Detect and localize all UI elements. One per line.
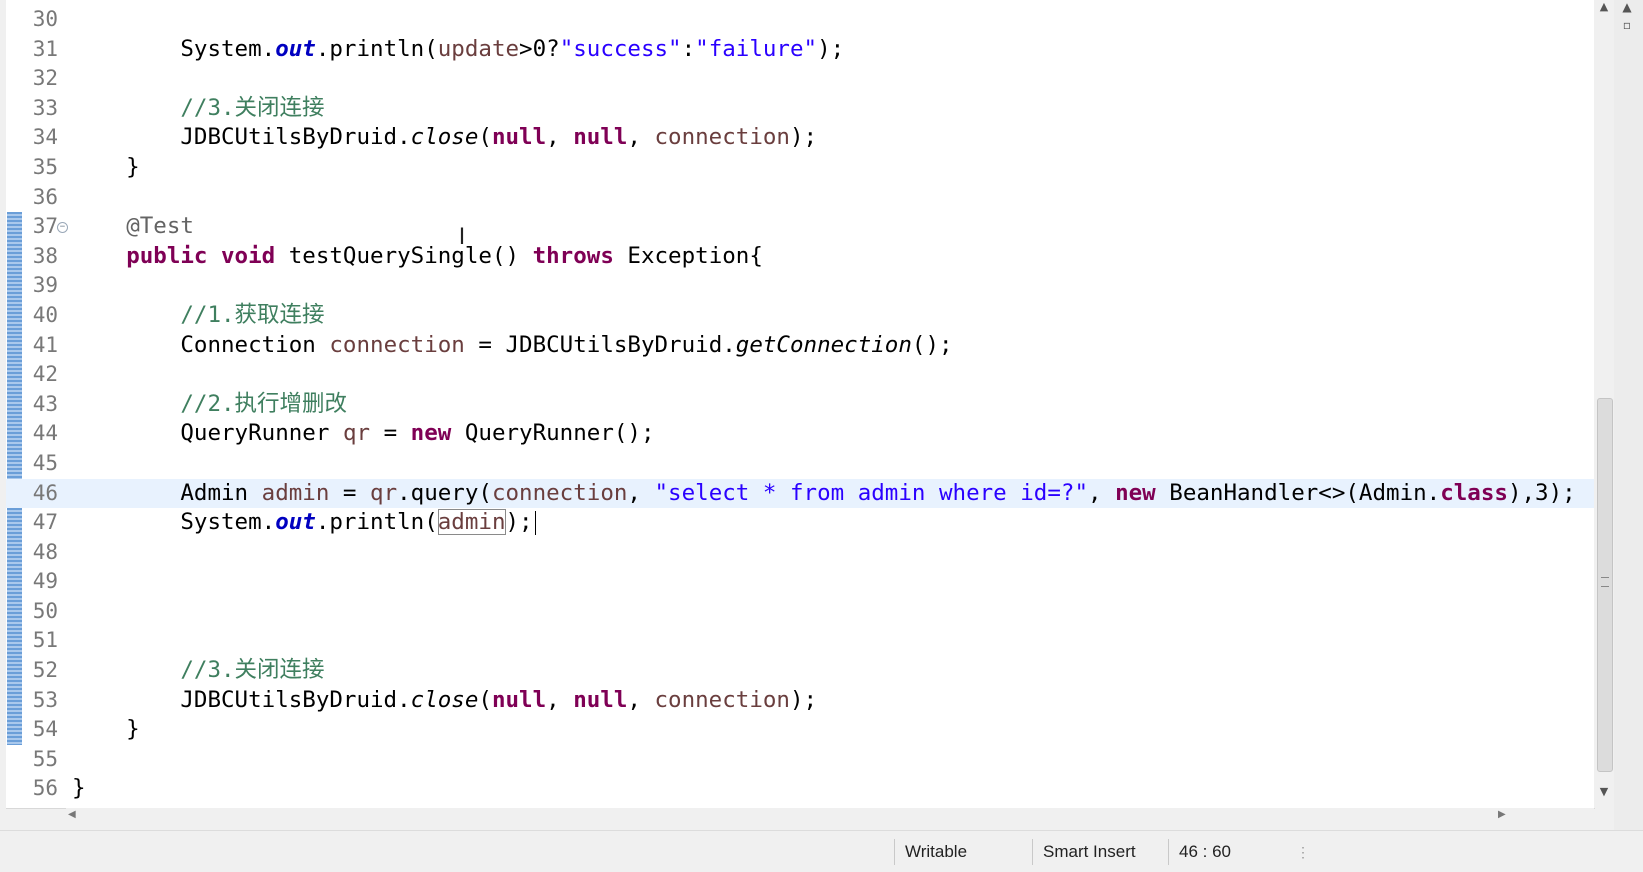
code-line-56[interactable]: 56} bbox=[6, 774, 1594, 804]
scroll-up-arrow-icon[interactable]: ▲ bbox=[1598, 0, 1610, 14]
code-text[interactable]: //3.关闭连接 bbox=[72, 656, 324, 686]
code-line-46[interactable]: 46 Admin admin = qr.query(connection, "s… bbox=[6, 478, 1594, 509]
panel-marker-icon: ▫ bbox=[1622, 18, 1632, 32]
status-cursor-position: 46 : 60 bbox=[1168, 839, 1279, 865]
line-number: 51 bbox=[32, 628, 58, 653]
line-number: 53 bbox=[32, 687, 58, 712]
code-line-55[interactable]: 55 bbox=[6, 745, 1594, 775]
editor-side-panel: ▲ ▫ bbox=[1614, 0, 1643, 830]
code-line-40[interactable]: 40 //1.获取连接 bbox=[6, 301, 1594, 331]
line-number: 44 bbox=[32, 421, 58, 446]
line-number: 30 bbox=[32, 7, 58, 31]
code-line-44[interactable]: 44 QueryRunner qr = new QueryRunner(); bbox=[6, 419, 1594, 449]
code-line-38[interactable]: 38 public void testQuerySingle() throws … bbox=[6, 242, 1594, 272]
code-line-35[interactable]: 35 } bbox=[6, 153, 1594, 183]
code-line-33[interactable]: 33 //3.关闭连接 bbox=[6, 94, 1594, 124]
status-insert-mode: Smart Insert bbox=[1032, 839, 1169, 865]
code-line-43[interactable]: 43 //2.执行增删改 bbox=[6, 390, 1594, 420]
code-line-50[interactable]: 50 bbox=[6, 597, 1594, 627]
line-number: 41 bbox=[32, 332, 58, 357]
line-number: 54 bbox=[32, 717, 58, 742]
mouse-ibeam-cursor: I bbox=[458, 225, 466, 250]
line-number: 40 bbox=[32, 302, 58, 327]
code-text[interactable]: //3.关闭连接 bbox=[72, 94, 324, 124]
line-number: 35 bbox=[32, 154, 58, 179]
code-text[interactable]: public void testQuerySingle() throws Exc… bbox=[72, 242, 763, 272]
code-lines[interactable]: 30 31 System.out.println(update>0?"succes… bbox=[6, 5, 1594, 804]
collapse-icon[interactable]: − bbox=[57, 222, 68, 234]
code-text[interactable]: System.out.println(admin); bbox=[72, 508, 536, 538]
code-line-54[interactable]: 54 } bbox=[6, 715, 1594, 745]
line-number: 36 bbox=[32, 184, 58, 209]
code-text[interactable]: } bbox=[72, 715, 140, 745]
line-number: 49 bbox=[32, 569, 58, 594]
code-text[interactable]: Connection connection = JDBCUtilsByDruid… bbox=[72, 331, 952, 361]
code-line-34[interactable]: 34 JDBCUtilsByDruid.close(null, null, co… bbox=[6, 123, 1594, 153]
code-line-47[interactable]: 47 System.out.println(admin); bbox=[6, 508, 1594, 538]
code-line-36[interactable]: 36 bbox=[6, 183, 1594, 213]
code-line-37[interactable]: 37− @Test bbox=[6, 212, 1594, 242]
code-text[interactable]: } bbox=[72, 774, 86, 804]
line-number: 38 bbox=[32, 243, 58, 268]
scroll-down-arrow-icon[interactable]: ▼ bbox=[1598, 785, 1610, 799]
code-text[interactable]: JDBCUtilsByDruid.close(null, null, conne… bbox=[72, 123, 817, 153]
code-line-52[interactable]: 52 //3.关闭连接 bbox=[6, 656, 1594, 686]
status-writable: Writable bbox=[894, 839, 1027, 865]
code-text[interactable]: //2.执行增删改 bbox=[72, 390, 347, 420]
code-line-51[interactable]: 51 bbox=[6, 626, 1594, 656]
code-text[interactable]: Admin admin = qr.query(connection, "sele… bbox=[72, 479, 1575, 509]
line-number: 55 bbox=[32, 746, 58, 771]
line-number: 32 bbox=[32, 66, 58, 91]
code-text[interactable]: //1.获取连接 bbox=[72, 301, 324, 331]
line-number: 46 bbox=[32, 480, 58, 505]
line-number: 37 bbox=[32, 214, 58, 239]
line-number: 47 bbox=[32, 510, 58, 535]
line-number: 31 bbox=[32, 36, 58, 61]
code-line-41[interactable]: 41 Connection connection = JDBCUtilsByDr… bbox=[6, 331, 1594, 361]
line-number: 42 bbox=[32, 362, 58, 387]
code-text[interactable]: QueryRunner qr = new QueryRunner(); bbox=[72, 419, 654, 449]
status-more-icon: ⋮ bbox=[1296, 844, 1310, 860]
line-number: 48 bbox=[32, 539, 58, 564]
grip-icon bbox=[1601, 577, 1609, 587]
line-number: 50 bbox=[32, 598, 58, 623]
code-line-45[interactable]: 45 bbox=[6, 449, 1594, 479]
line-number: 39 bbox=[32, 273, 58, 298]
scroll-left-arrow-icon[interactable]: ◀ bbox=[68, 808, 76, 822]
code-text[interactable]: JDBCUtilsByDruid.close(null, null, conne… bbox=[72, 686, 817, 716]
code-line-42[interactable]: 42 bbox=[6, 360, 1594, 390]
line-number: 33 bbox=[32, 95, 58, 120]
status-bar: Writable Smart Insert 46 : 60 ⋮ bbox=[0, 830, 1643, 872]
horizontal-scrollbar[interactable]: ◀ ▶ bbox=[66, 808, 1594, 822]
code-text[interactable]: @Test bbox=[72, 212, 194, 242]
vertical-scrollbar[interactable]: ▲ ▼ bbox=[1594, 0, 1614, 808]
code-line-39[interactable]: 39 bbox=[6, 271, 1594, 301]
line-number: 43 bbox=[32, 391, 58, 416]
panel-up-icon[interactable]: ▲ bbox=[1616, 0, 1638, 14]
code-editor[interactable]: 30 31 System.out.println(update>0?"succes… bbox=[6, 0, 1595, 809]
code-line-31[interactable]: 31 System.out.println(update>0?"success"… bbox=[6, 35, 1594, 65]
code-text[interactable]: System.out.println(update>0?"success":"f… bbox=[72, 35, 844, 65]
line-number: 45 bbox=[32, 450, 58, 475]
line-number: 34 bbox=[32, 125, 58, 150]
vertical-scroll-thumb[interactable] bbox=[1597, 398, 1613, 772]
scroll-right-arrow-icon[interactable]: ▶ bbox=[1498, 808, 1506, 822]
code-text[interactable]: } bbox=[72, 153, 140, 183]
code-line-49[interactable]: 49 bbox=[6, 567, 1594, 597]
code-line-48[interactable]: 48 bbox=[6, 538, 1594, 568]
code-line-30[interactable]: 30 bbox=[6, 5, 1594, 35]
code-line-53[interactable]: 53 JDBCUtilsByDruid.close(null, null, co… bbox=[6, 686, 1594, 716]
line-number: 56 bbox=[32, 776, 58, 801]
line-number: 52 bbox=[32, 658, 58, 683]
code-line-32[interactable]: 32 bbox=[6, 64, 1594, 94]
